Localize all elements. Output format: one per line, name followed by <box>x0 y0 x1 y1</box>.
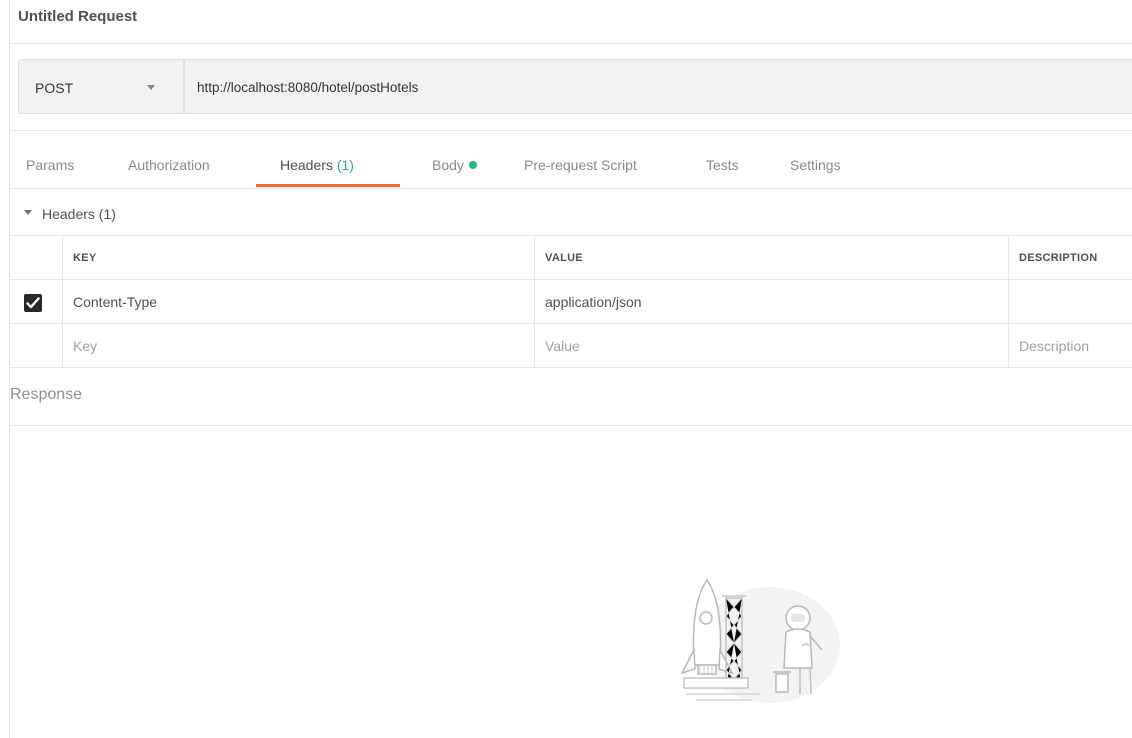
column-value: VALUE <box>545 252 583 264</box>
tab-settings[interactable]: Settings <box>790 131 841 189</box>
response-label: Response <box>10 386 83 403</box>
headers-section-label: Headers (1) <box>42 206 116 222</box>
tab-authorization[interactable]: Authorization <box>128 131 210 189</box>
request-tabs: Params Authorization Headers (1) Body Pr… <box>10 131 1132 189</box>
header-enabled-checkbox[interactable] <box>24 294 42 312</box>
tab-headers[interactable]: Headers (1) <box>280 131 354 189</box>
tab-body[interactable]: Body <box>432 131 477 189</box>
headers-section-toggle[interactable]: Headers (1) <box>10 190 1132 236</box>
header-description-cell[interactable] <box>1008 280 1132 324</box>
request-title[interactable]: Untitled Request <box>18 8 137 25</box>
active-tab-indicator <box>256 184 400 187</box>
url-text: http://localhost:8080/hotel/postHotels <box>197 80 419 95</box>
headers-count: (1) <box>336 157 354 173</box>
table-row: Content-Type application/json <box>10 280 1132 324</box>
body-status-dot <box>468 161 477 169</box>
header-value: application/json <box>545 294 642 310</box>
method-label: POST <box>35 80 74 96</box>
headers-table: KEY VALUE DESCRIPTION Content-Type appli… <box>10 236 1132 368</box>
table-row-new: Key Value Description <box>10 324 1132 368</box>
method-select[interactable]: POST <box>18 59 184 114</box>
url-input[interactable]: http://localhost:8080/hotel/postHotels <box>184 59 1132 114</box>
header-key-cell[interactable]: Content-Type <box>62 280 534 324</box>
new-description-input[interactable]: Description <box>1008 324 1132 368</box>
column-key: KEY <box>73 252 97 264</box>
new-value-input[interactable]: Value <box>534 324 1008 368</box>
header-key: Content-Type <box>73 294 158 310</box>
url-bar: POST http://localhost:8080/hotel/postHot… <box>10 44 1132 131</box>
tab-params[interactable]: Params <box>26 131 74 189</box>
column-description: DESCRIPTION <box>1019 252 1098 264</box>
table-header-row: KEY VALUE DESCRIPTION <box>10 236 1132 280</box>
tab-tests[interactable]: Tests <box>706 131 739 189</box>
response-header: Response <box>10 368 1132 426</box>
request-title-bar: Untitled Request <box>10 0 1132 44</box>
header-value-cell[interactable]: application/json <box>534 280 1008 324</box>
check-icon <box>26 297 40 309</box>
rocket-astronaut-illustration <box>680 578 840 703</box>
tab-pre-request-script[interactable]: Pre-request Script <box>524 131 637 189</box>
new-key-input[interactable]: Key <box>62 324 534 368</box>
chevron-down-icon <box>147 85 155 90</box>
caret-down-icon <box>24 210 32 215</box>
